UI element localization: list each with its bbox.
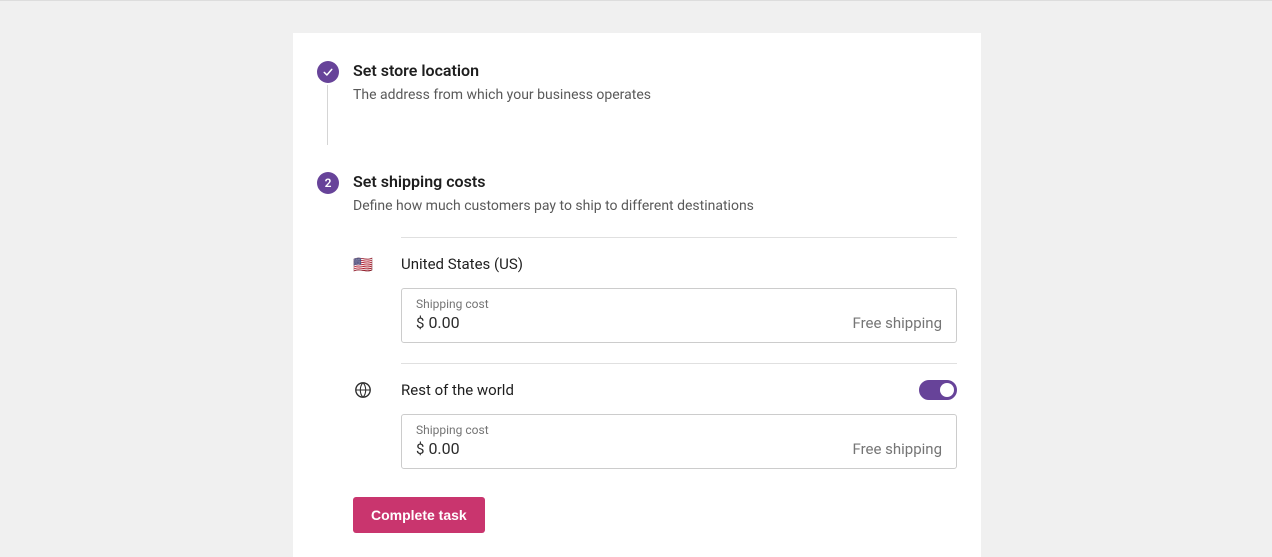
free-shipping-badge: Free shipping (852, 314, 942, 332)
zone-rest-header: Rest of the world (353, 380, 957, 400)
zone-us-header: 🇺🇸 United States (US) (353, 254, 957, 274)
cost-label: Shipping cost (416, 297, 942, 311)
zone-rest-toggle[interactable] (919, 380, 957, 400)
free-shipping-badge: Free shipping (852, 440, 942, 458)
cost-value: 0.00 (428, 439, 852, 458)
step-complete-badge (317, 61, 339, 83)
step-number-badge: 2 (317, 172, 339, 194)
globe-icon (353, 380, 373, 400)
zone-divider (401, 237, 957, 238)
zone-us-name: United States (US) (401, 255, 957, 273)
step2-title: Set shipping costs (353, 170, 957, 194)
zone-us-cost-input[interactable]: Shipping cost $ 0.00 Free shipping (401, 288, 957, 343)
currency-symbol: $ (416, 440, 424, 458)
shipping-setup-card: Set store location The address from whic… (293, 33, 981, 557)
complete-task-button[interactable]: Complete task (353, 497, 485, 533)
step1-desc: The address from which your business ope… (353, 85, 957, 106)
step1-title: Set store location (353, 59, 957, 83)
cost-label: Shipping cost (416, 423, 942, 437)
zone-rest-cost-input[interactable]: Shipping cost $ 0.00 Free shipping (401, 414, 957, 469)
us-flag-icon: 🇺🇸 (353, 254, 373, 274)
step-number: 2 (325, 176, 332, 190)
shipping-zones: 🇺🇸 United States (US) Shipping cost $ 0.… (293, 237, 981, 469)
step-connector (327, 85, 328, 145)
cost-value: 0.00 (428, 313, 852, 332)
step2-desc: Define how much customers pay to ship to… (353, 196, 957, 217)
check-icon (322, 66, 334, 78)
step-shipping-costs: 2 Set shipping costs Define how much cus… (293, 170, 981, 217)
zone-divider (401, 363, 957, 364)
step-store-location: Set store location The address from whic… (293, 59, 981, 106)
currency-symbol: $ (416, 314, 424, 332)
toggle-knob (940, 383, 954, 397)
zone-rest-name: Rest of the world (401, 381, 919, 399)
page-divider (0, 0, 1272, 1)
